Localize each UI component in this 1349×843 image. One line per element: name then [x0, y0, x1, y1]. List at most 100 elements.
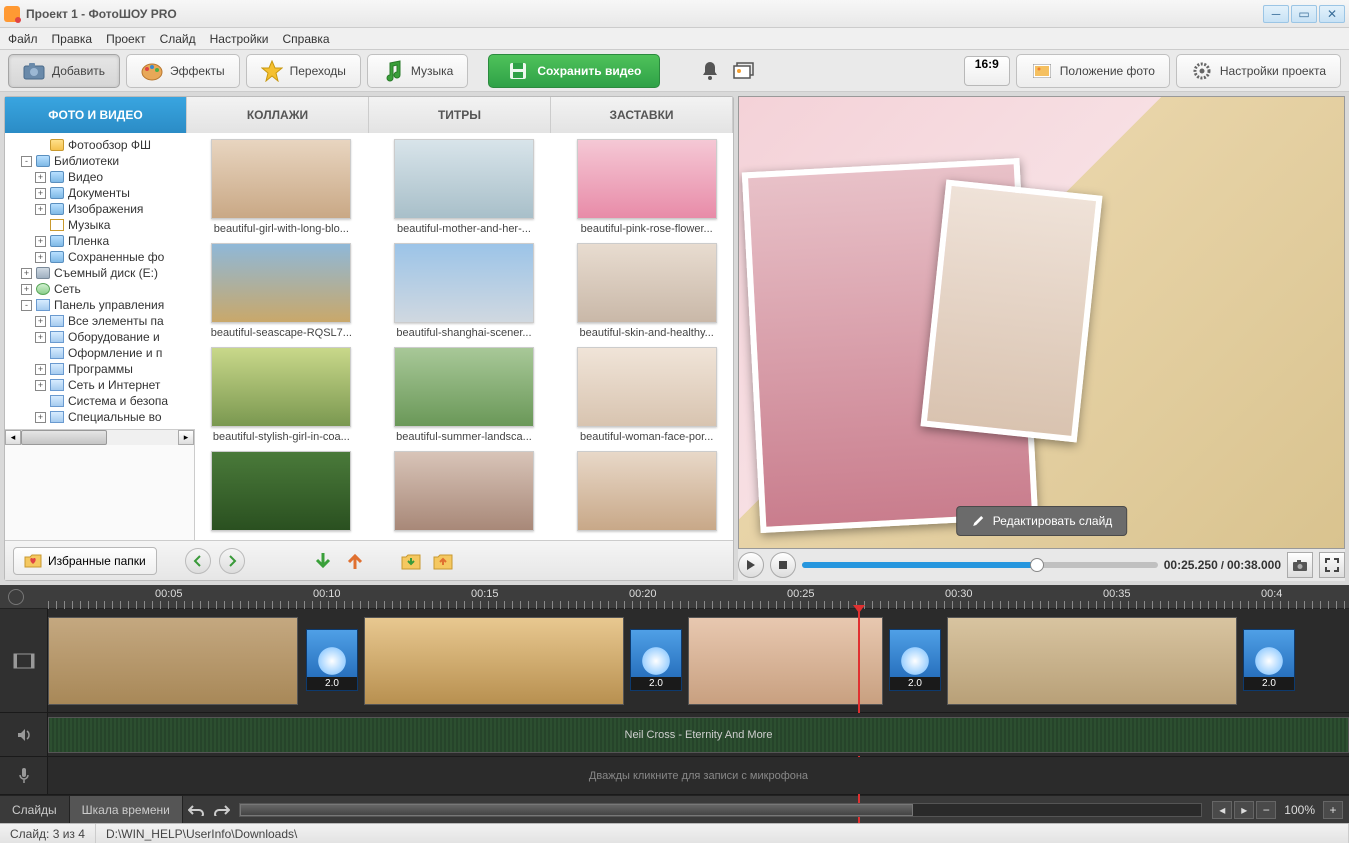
- thumbnail[interactable]: beautiful-skin-and-healthy...: [566, 243, 727, 339]
- undo-button[interactable]: [183, 800, 209, 820]
- thumbnail[interactable]: beautiful-woman-face-por...: [566, 347, 727, 443]
- effects-button[interactable]: Эффекты: [126, 54, 240, 88]
- time-ruler[interactable]: 00:0500:1000:1500:2000:2500:3000:3500:4: [0, 585, 1349, 609]
- images-icon[interactable]: [730, 57, 758, 85]
- clip-4[interactable]: [947, 617, 1237, 705]
- tab-photo-video[interactable]: ФОТО И ВИДЕО: [5, 97, 187, 133]
- thumbnail[interactable]: [201, 451, 362, 531]
- ruler-tick-label: 00:25: [787, 588, 815, 600]
- scroll-left-button[interactable]: ◂: [1212, 801, 1232, 819]
- clip-3[interactable]: [688, 617, 883, 705]
- redo-button[interactable]: [209, 800, 235, 820]
- tab-timeline-view[interactable]: Шкала времени: [70, 796, 183, 823]
- audio-track-body[interactable]: Neil Cross - Eternity And More: [48, 713, 1349, 756]
- edit-slide-button[interactable]: Редактировать слайд: [956, 506, 1128, 536]
- tree-item[interactable]: Фотообзор ФШ: [7, 137, 193, 153]
- photo-position-button[interactable]: Положение фото: [1016, 54, 1170, 88]
- menu-file[interactable]: Файл: [8, 32, 38, 46]
- thumbnail[interactable]: beautiful-girl-with-long-blo...: [201, 139, 362, 235]
- nav-prev-button[interactable]: [185, 548, 211, 574]
- tree-item[interactable]: Система и безопа: [7, 393, 193, 409]
- timeline-scrollbar[interactable]: [239, 803, 1202, 817]
- tree-item[interactable]: +Изображения: [7, 201, 193, 217]
- mic-track-body[interactable]: Дважды кликните для записи с микрофона: [48, 757, 1349, 794]
- thumbnail[interactable]: [566, 451, 727, 531]
- upload-icon[interactable]: [343, 549, 367, 573]
- folder-heart-icon: [24, 554, 42, 568]
- zoom-out-button[interactable]: −: [1256, 801, 1276, 819]
- add-button[interactable]: Добавить: [8, 54, 120, 88]
- thumbnail-grid[interactable]: beautiful-girl-with-long-blo...beautiful…: [195, 133, 733, 540]
- tree-item[interactable]: +Специальные во: [7, 409, 193, 425]
- tree-h-scrollbar[interactable]: ◂▸: [5, 429, 194, 445]
- music-button[interactable]: Музыка: [367, 54, 468, 88]
- fullscreen-button[interactable]: [1319, 552, 1345, 578]
- status-slide: Слайд: 3 из 4: [0, 824, 96, 843]
- tab-slides-view[interactable]: Слайды: [0, 796, 70, 823]
- transition-3[interactable]: 2.0: [889, 629, 941, 691]
- thumbnail[interactable]: beautiful-summer-landsca...: [384, 347, 545, 443]
- menu-edit[interactable]: Правка: [52, 32, 93, 46]
- play-button[interactable]: [738, 552, 764, 578]
- tree-item[interactable]: +Все элементы па: [7, 313, 193, 329]
- thumbnail[interactable]: beautiful-stylish-girl-in-coa...: [201, 347, 362, 443]
- transition-2[interactable]: 2.0: [630, 629, 682, 691]
- thumbnail[interactable]: [384, 451, 545, 531]
- tree-item[interactable]: +Сеть и Интернет: [7, 377, 193, 393]
- tree-item[interactable]: +Видео: [7, 169, 193, 185]
- tree-item[interactable]: +Программы: [7, 361, 193, 377]
- menu-help[interactable]: Справка: [282, 32, 329, 46]
- seek-bar[interactable]: [802, 562, 1158, 568]
- clip-1[interactable]: [48, 617, 298, 705]
- export-folder-icon[interactable]: [431, 549, 455, 573]
- transition-4[interactable]: 2.0: [1243, 629, 1295, 691]
- main-toolbar: Добавить Эффекты Переходы Музыка Сохрани…: [0, 50, 1349, 92]
- minimize-button[interactable]: ─: [1263, 5, 1289, 23]
- tab-intros[interactable]: ЗАСТАВКИ: [551, 97, 733, 133]
- folder-tree[interactable]: Фотообзор ФШ-Библиотеки+Видео+Документы+…: [5, 133, 195, 429]
- bell-icon[interactable]: [696, 57, 724, 85]
- thumbnail[interactable]: beautiful-pink-rose-flower...: [566, 139, 727, 235]
- tree-item[interactable]: +Документы: [7, 185, 193, 201]
- status-path: D:\WIN_HELP\UserInfo\Downloads\: [96, 824, 1349, 843]
- transition-1[interactable]: 2.0: [306, 629, 358, 691]
- aspect-ratio-button[interactable]: 16:9: [964, 56, 1010, 86]
- project-settings-button[interactable]: Настройки проекта: [1176, 54, 1341, 88]
- tree-item[interactable]: +Съемный диск (E:): [7, 265, 193, 281]
- photo-icon: [1031, 60, 1053, 82]
- save-video-button[interactable]: Сохранить видео: [488, 54, 660, 88]
- tab-titles[interactable]: ТИТРЫ: [369, 97, 551, 133]
- tab-collages[interactable]: КОЛЛАЖИ: [187, 97, 369, 133]
- snapshot-button[interactable]: [1287, 552, 1313, 578]
- ruler-tick-label: 00:20: [629, 588, 657, 600]
- tree-item[interactable]: -Библиотеки: [7, 153, 193, 169]
- tree-item[interactable]: +Сохраненные фо: [7, 249, 193, 265]
- favorites-button[interactable]: Избранные папки: [13, 547, 157, 575]
- thumbnail[interactable]: beautiful-shanghai-scener...: [384, 243, 545, 339]
- import-folder-icon[interactable]: [399, 549, 423, 573]
- status-bar: Слайд: 3 из 4 D:\WIN_HELP\UserInfo\Downl…: [0, 823, 1349, 843]
- menu-project[interactable]: Проект: [106, 32, 146, 46]
- tree-item[interactable]: Музыка: [7, 217, 193, 233]
- menu-slide[interactable]: Слайд: [160, 32, 196, 46]
- download-icon[interactable]: [311, 549, 335, 573]
- video-track-body[interactable]: 2.0 2.0 2.0 2.0: [48, 609, 1349, 712]
- stop-button[interactable]: [770, 552, 796, 578]
- scroll-right-button[interactable]: ▸: [1234, 801, 1254, 819]
- menu-settings[interactable]: Настройки: [210, 32, 269, 46]
- transitions-button[interactable]: Переходы: [246, 54, 361, 88]
- nav-next-button[interactable]: [219, 548, 245, 574]
- tree-item[interactable]: Оформление и п: [7, 345, 193, 361]
- tree-item[interactable]: -Панель управления: [7, 297, 193, 313]
- zoom-in-button[interactable]: +: [1323, 801, 1343, 819]
- thumbnail[interactable]: beautiful-mother-and-her-...: [384, 139, 545, 235]
- audio-clip[interactable]: Neil Cross - Eternity And More: [48, 717, 1349, 753]
- tree-item[interactable]: +Оборудование и: [7, 329, 193, 345]
- tree-item[interactable]: +Пленка: [7, 233, 193, 249]
- tree-item[interactable]: +Сеть: [7, 281, 193, 297]
- clip-2[interactable]: [364, 617, 624, 705]
- close-button[interactable]: ✕: [1319, 5, 1345, 23]
- thumbnail[interactable]: beautiful-seascape-RQSL7...: [201, 243, 362, 339]
- maximize-button[interactable]: ▭: [1291, 5, 1317, 23]
- save-icon: [507, 60, 529, 82]
